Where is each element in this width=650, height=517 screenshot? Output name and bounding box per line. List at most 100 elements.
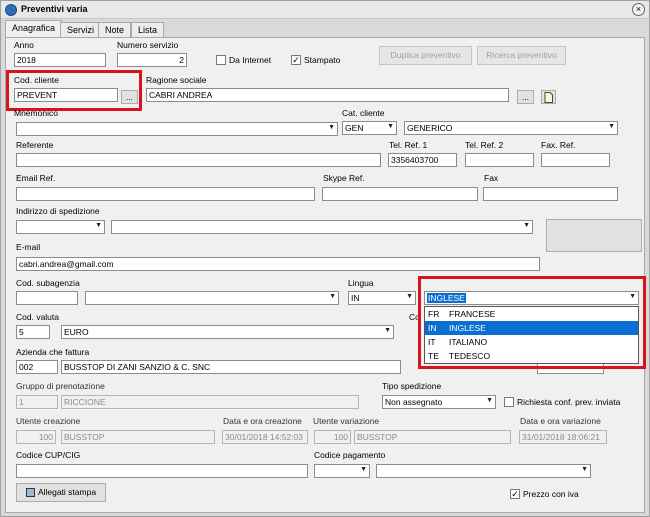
tel-ref2-label: Tel. Ref. 2 xyxy=(465,140,504,150)
fax-field[interactable] xyxy=(483,187,618,201)
close-icon[interactable]: × xyxy=(632,3,645,16)
lingua-label: Lingua xyxy=(348,278,374,288)
print-attachment-icon xyxy=(25,488,35,498)
tab-lista[interactable]: Lista xyxy=(131,22,165,37)
cod-subagenzia-label: Cod. subagenzia xyxy=(16,278,80,288)
gruppo-prenotazione-label: Gruppo di prenotazione xyxy=(16,381,105,391)
cod-cliente-highlight xyxy=(6,70,142,111)
chevron-down-icon: ▼ xyxy=(328,124,335,131)
ricerca-preventivo-button[interactable]: Ricerca preventivo xyxy=(477,46,566,65)
stampato-checkbox[interactable]: ✓ xyxy=(291,55,301,65)
email-ref-label: Email Ref. xyxy=(16,173,56,183)
codice-pagamento-label: Codice pagamento xyxy=(314,450,386,460)
document-icon[interactable] xyxy=(541,90,556,104)
chevron-down-icon: ▼ xyxy=(384,327,391,334)
chevron-down-icon: ▼ xyxy=(406,293,413,300)
tab-anagrafica[interactable]: Anagrafica xyxy=(5,20,63,38)
email-label: E-mail xyxy=(16,242,41,252)
codice-cup-label: Codice CUP/CIG xyxy=(16,450,81,460)
ragione-sociale-browse-button[interactable]: ... xyxy=(517,90,534,104)
app-icon xyxy=(5,4,17,16)
da-internet-checkbox[interactable] xyxy=(216,55,226,65)
data-creazione-label: Data e ora creazione xyxy=(223,416,302,426)
anno-label: Anno xyxy=(14,40,34,50)
anno-field[interactable]: 2018 xyxy=(14,53,106,67)
chevron-down-icon: ▼ xyxy=(486,397,493,404)
ragione-sociale-label: Ragione sociale xyxy=(146,75,207,85)
numero-servizio-field[interactable]: 2 xyxy=(117,53,187,67)
utente-creazione-name-field: BUSSTOP xyxy=(61,430,215,444)
cod-valuta-field[interactable]: 5 xyxy=(16,325,50,339)
utente-creazione-label: Utente creazione xyxy=(16,416,81,426)
cat-cliente-desc-value: GENERICO xyxy=(407,123,453,133)
codice-cup-field[interactable] xyxy=(16,464,308,478)
chevron-down-icon: ▼ xyxy=(608,123,615,130)
cat-cliente-label: Cat. cliente xyxy=(342,108,385,118)
mnemonico-label: Mnemonico xyxy=(14,108,58,118)
skype-ref-field[interactable] xyxy=(322,187,478,201)
gruppo-code-field: 1 xyxy=(16,395,58,409)
email-field[interactable]: cabri.andrea@gmail.com xyxy=(16,257,540,271)
richiesta-conf-label: Richiesta conf. prev. inviata xyxy=(517,397,621,407)
azienda-desc-field[interactable]: BUSSTOP DI ZANI SANZIO & C. SNC xyxy=(61,360,401,374)
cat-cliente-code-select[interactable]: GEN ▼ xyxy=(342,121,397,135)
prezzo-iva-label: Prezzo con iva xyxy=(523,489,579,499)
skype-ref-label: Skype Ref. xyxy=(323,173,365,183)
cod-subagenzia-field[interactable] xyxy=(16,291,78,305)
richiesta-conf-checkbox[interactable] xyxy=(504,397,514,407)
ragione-sociale-field[interactable]: CABRI ANDREA xyxy=(146,88,509,102)
mnemonico-select[interactable]: ▼ xyxy=(16,122,338,136)
codice-pagamento-code-select[interactable]: ▼ xyxy=(314,464,370,478)
fax-label: Fax xyxy=(484,173,499,183)
tab-servizi[interactable]: Servizi xyxy=(60,22,102,37)
tipo-spedizione-label: Tipo spedizione xyxy=(382,381,442,391)
tipo-spedizione-value: Non assegnato xyxy=(385,397,443,407)
codice-pagamento-select[interactable]: ▼ xyxy=(376,464,591,478)
chevron-down-icon: ▼ xyxy=(581,466,588,473)
email-ref-field[interactable] xyxy=(16,187,315,201)
azienda-fattura-label: Azienda che fattura xyxy=(16,347,90,357)
stampato-label: Stampato xyxy=(304,55,341,65)
indirizzo-spedizione-label: Indirizzo di spedizione xyxy=(16,206,100,216)
indirizzo-type-select[interactable]: ▼ xyxy=(16,220,105,234)
window: Preventivi varia × Anagrafica Servizi No… xyxy=(0,0,650,517)
cat-cliente-desc-select[interactable]: GENERICO ▼ xyxy=(404,121,618,135)
lingua-code-select[interactable]: IN ▼ xyxy=(348,291,416,305)
tab-note[interactable]: Note xyxy=(98,22,132,37)
referente-label: Referente xyxy=(16,140,54,150)
blank-button[interactable] xyxy=(546,219,642,252)
cod-valuta-label: Cod. valuta xyxy=(16,312,59,322)
subagenzia-select[interactable]: ▼ xyxy=(85,291,339,305)
referente-field[interactable] xyxy=(16,153,381,167)
allegati-stampa-button[interactable]: Allegati stampa xyxy=(16,483,106,502)
gruppo-desc-field: RICCIONE xyxy=(61,395,359,409)
fax-ref-label: Fax. Ref. xyxy=(541,140,576,150)
utente-variazione-name-field: BUSSTOP xyxy=(354,430,511,444)
data-variazione-label: Data e ora variazione xyxy=(520,416,601,426)
da-internet-label: Da Internet xyxy=(229,55,272,65)
lingua-code-value: IN xyxy=(351,293,360,303)
duplica-preventivo-button[interactable]: Duplica preventivo xyxy=(379,46,472,65)
fax-ref-field[interactable] xyxy=(541,153,610,167)
indirizzo-spedizione-select[interactable]: ▼ xyxy=(111,220,533,234)
chevron-down-icon: ▼ xyxy=(360,466,367,473)
azienda-code-field[interactable]: 002 xyxy=(16,360,58,374)
utente-variazione-label: Utente variazione xyxy=(313,416,380,426)
lingua-highlight xyxy=(418,276,646,369)
chevron-down-icon: ▼ xyxy=(523,222,530,229)
utente-variazione-id-field: 100 xyxy=(314,430,351,444)
allegati-stampa-label: Allegati stampa xyxy=(37,487,97,497)
chevron-down-icon: ▼ xyxy=(95,222,102,229)
tel-ref1-label: Tel. Ref. 1 xyxy=(389,140,428,150)
tipo-spedizione-select[interactable]: Non assegnato ▼ xyxy=(382,395,496,409)
chevron-down-icon: ▼ xyxy=(329,293,336,300)
valuta-desc-value: EURO xyxy=(64,327,89,337)
data-variazione-field: 31/01/2018 18:06:21 xyxy=(519,430,607,444)
prezzo-iva-checkbox[interactable]: ✓ xyxy=(510,489,520,499)
numero-servizio-label: Numero servizio xyxy=(117,40,179,50)
tel-ref2-field[interactable] xyxy=(465,153,534,167)
tel-ref1-field[interactable]: 3356403700 xyxy=(388,153,457,167)
utente-creazione-id-field: 100 xyxy=(16,430,56,444)
valuta-select[interactable]: EURO ▼ xyxy=(61,325,394,339)
title-bar: Preventivi varia × xyxy=(1,1,649,19)
